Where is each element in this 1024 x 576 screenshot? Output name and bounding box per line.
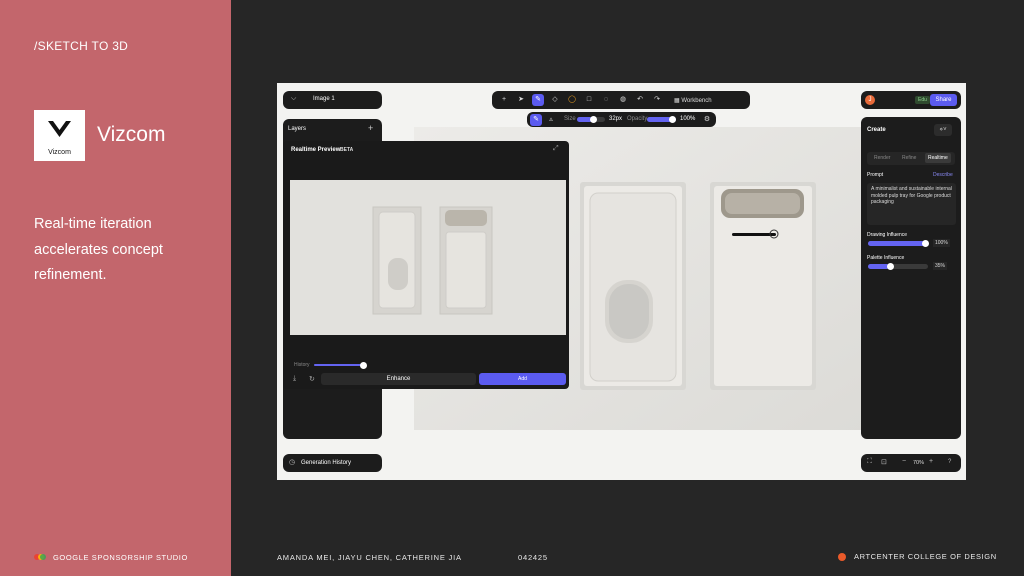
palette-influence-value: 35% [933,262,948,270]
preview-image [290,180,566,335]
sponsor: GOOGLE SPONSORSHIP STUDIO [34,552,188,562]
enhance-button[interactable]: Enhance [321,373,476,385]
palette-influence-knob[interactable] [887,263,894,270]
history-slider-fill [314,364,363,366]
vizcom-menu-icon[interactable]: ⌵ [291,95,296,103]
clock-icon: ◷ [289,459,296,466]
undo-icon[interactable]: ↶ [634,94,646,106]
brush-settings-icon[interactable]: ⚙ [701,114,713,126]
drawing-influence-fill [868,241,928,246]
create-panel: Create ⋄˅ Render Refine Realtime Prompt … [861,117,961,439]
generation-history-bar[interactable]: ◷ Generation History [283,454,382,472]
layers-title: Layers [288,126,307,132]
file-bar[interactable]: ⌵ Image 1 [283,91,382,109]
college-dot-icon [838,552,846,561]
drawing-influence-slider[interactable] [868,240,929,247]
preview-title: Realtime Preview [291,147,341,153]
realtime-preview-panel: Realtime Preview BETA ⤢ History ⤓ ↻ Enha… [283,141,569,389]
redo-icon[interactable]: ↷ [651,94,663,106]
tab-refine[interactable]: Refine [902,155,916,161]
preview-tray-sketch [290,180,566,335]
help-button[interactable]: ? [948,459,951,465]
app-screenshot: ⌵ Image 1 + ➤ ✎ ◇ ◯ □ ◌ ◍ ↶ ↷ ▦ Workbenc… [277,83,966,480]
create-options-icon[interactable]: ⋄˅ [934,124,952,136]
expand-icon[interactable]: ⤢ [553,145,559,153]
eraser-icon[interactable]: ◇ [549,94,561,106]
zoom-out-icon[interactable]: − [902,458,906,465]
date: 042425 [518,553,548,562]
mask-icon[interactable]: ◍ [617,94,629,106]
beta-badge: BETA [340,147,354,153]
smudge-icon[interactable]: ▵ [545,114,557,126]
zoom-in-icon[interactable]: + [929,458,933,465]
brush-toolbar: ✎ ▵ Size 32px Opacity 100% ⚙ [527,112,716,127]
history-label: History [294,362,310,368]
plus-icon[interactable]: + [498,94,510,106]
opacity-value: 100% [680,116,696,122]
section-title: /SKETCH TO 3D [34,39,129,53]
drawing-influence-value: 100% [933,239,950,247]
share-bar: J Edu Share [861,91,961,109]
brush-mode-icon[interactable]: ✎ [530,113,542,126]
workbench-button[interactable]: ▦ Workbench [674,97,712,104]
vizcom-logo: Vizcom [34,110,85,161]
tagline: Real-time iteration accelerates concept … [34,216,163,283]
drawing-influence-label: Drawing Influence [867,232,908,238]
download-icon[interactable]: ⤓ [293,375,296,383]
zoom-level[interactable]: 70% [913,460,924,466]
file-name[interactable]: Image 1 [313,96,335,102]
tab-render[interactable]: Render [874,155,890,161]
refresh-icon[interactable]: ↻ [309,375,315,383]
tab-realtime[interactable]: Realtime [925,153,951,163]
prompt-textarea[interactable]: A minimalist and sustainable internal mo… [867,183,956,225]
main-toolbar: + ➤ ✎ ◇ ◯ □ ◌ ◍ ↶ ↷ ▦ Workbench [492,91,750,109]
palette-influence-fill [868,264,889,269]
fit-screen-icon[interactable]: ⛶ [867,458,872,466]
opacity-slider-knob[interactable] [669,116,676,123]
google-dots-icon [34,554,46,560]
share-button[interactable]: Share [930,94,957,106]
palette-influence-slider[interactable] [868,263,928,270]
add-layer-button[interactable]: + [368,123,373,133]
lasso-icon[interactable]: ◌ [600,94,612,106]
sponsor-text: GOOGLE SPONSORSHIP STUDIO [53,552,188,562]
size-slider-knob[interactable] [590,116,597,123]
brush-icon[interactable]: ✎ [532,94,544,106]
generation-history-label: Generation History [301,460,352,466]
size-value: 32px [609,116,623,122]
palette-influence-label: Palette Influence [867,255,905,261]
college: ARTCENTER COLLEGE OF DESIGN [838,552,997,561]
college-text: ARTCENTER COLLEGE OF DESIGN [854,552,997,561]
history-slider[interactable] [314,361,367,369]
workbench-label: Workbench [681,97,712,104]
logo-caption: Vizcom [48,149,71,156]
frame-icon[interactable]: ⊡ [881,458,887,466]
edu-badge: Edu [915,96,930,104]
avatar[interactable]: J [865,95,875,105]
zoom-bar: ⛶ ⊡ − 70% + ? [861,454,961,472]
create-tabs: Render Refine Realtime [867,152,955,165]
brand-name: Vizcom [97,123,166,146]
size-label: Size [564,116,576,122]
rectangle-icon[interactable]: □ [583,94,595,106]
select-arrow-icon[interactable]: ➤ [515,94,527,106]
create-title: Create [867,127,886,133]
drawing-influence-knob[interactable] [922,240,929,247]
history-slider-knob[interactable] [360,361,367,369]
color-ring-icon[interactable]: ◯ [566,94,578,106]
add-button[interactable]: Add [479,373,566,385]
authors: AMANDA MEI, JIAYU CHEN, CATHERINE JIA [277,553,462,562]
vizcom-v-icon [48,121,71,137]
opacity-label: Opacity [627,116,648,122]
prompt-label: Prompt [867,172,884,178]
opacity-slider[interactable] [647,116,676,123]
size-slider[interactable] [577,116,605,123]
describe-link[interactable]: Describe [933,172,953,178]
